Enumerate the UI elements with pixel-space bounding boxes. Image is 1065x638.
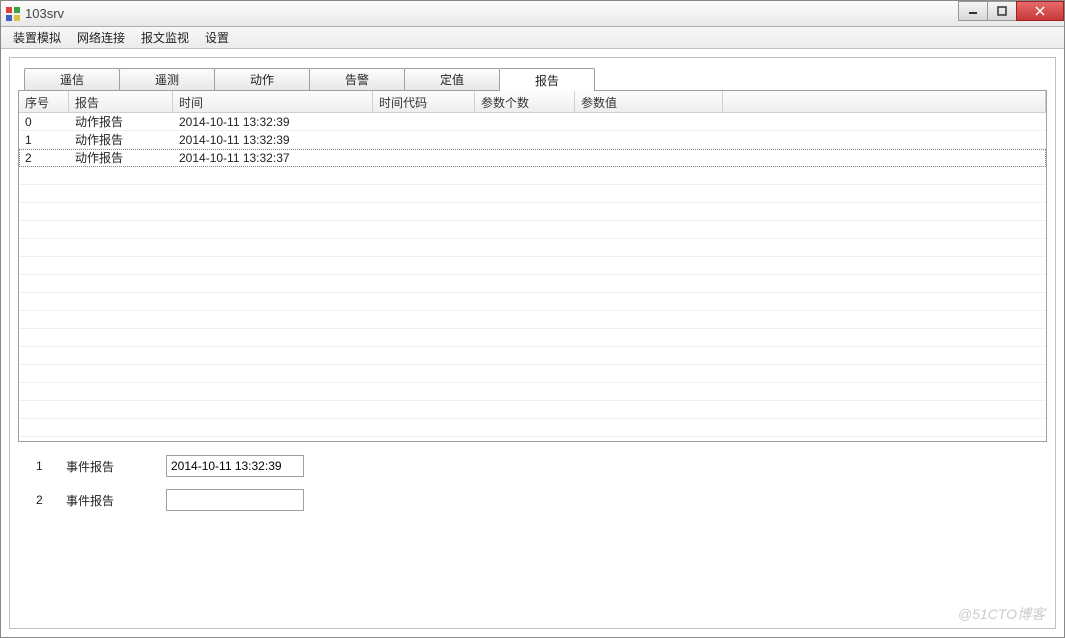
menu-item-settings[interactable]: 设置 [197, 27, 237, 48]
tab-yaoxin[interactable]: 遥信 [24, 68, 120, 90]
empty-row [19, 221, 1046, 239]
tab-gaojing[interactable]: 告警 [309, 68, 405, 90]
window-controls [959, 1, 1064, 21]
cell-timecode [373, 139, 475, 141]
tab-dongzuo[interactable]: 动作 [214, 68, 310, 90]
maximize-button[interactable] [987, 1, 1017, 21]
cell-seq: 0 [19, 114, 69, 130]
empty-row [19, 419, 1046, 437]
tab-yaoce[interactable]: 遥测 [119, 68, 215, 90]
cell-paramval [575, 139, 723, 141]
cell-paramcount [475, 157, 575, 159]
menu-item-device-sim[interactable]: 装置模拟 [5, 27, 69, 48]
close-button[interactable] [1016, 1, 1064, 21]
event-row: 1 事件报告 [36, 454, 1047, 478]
app-icon [5, 6, 21, 22]
watermark: @51CTO博客 [958, 604, 1045, 624]
th-time[interactable]: 时间 [173, 91, 373, 112]
table-row[interactable]: 2 动作报告 2014-10-11 13:32:37 [19, 149, 1046, 167]
empty-row [19, 329, 1046, 347]
tab-strip: 遥信 遥测 动作 告警 定值 报告 [24, 68, 1047, 90]
th-paramval[interactable]: 参数值 [575, 91, 723, 112]
cell-report: 动作报告 [69, 130, 173, 149]
table-row[interactable]: 1 动作报告 2014-10-11 13:32:39 [19, 131, 1046, 149]
cell-paramval [575, 157, 723, 159]
cell-seq: 1 [19, 132, 69, 148]
cell-report: 动作报告 [69, 148, 173, 167]
empty-row [19, 311, 1046, 329]
th-timecode[interactable]: 时间代码 [373, 91, 475, 112]
empty-row [19, 185, 1046, 203]
app-window: 103srv 装置模拟 网络连接 报文监视 设置 遥信 遥测 动作 [0, 0, 1065, 638]
cell-timecode [373, 121, 475, 123]
empty-row [19, 203, 1046, 221]
empty-row [19, 383, 1046, 401]
cell-extra [723, 157, 1046, 159]
empty-row [19, 365, 1046, 383]
inner-panel: 遥信 遥测 动作 告警 定值 报告 序号 报告 时间 时间代码 参数个数 参数值 [9, 57, 1056, 629]
event-time-input-2[interactable] [166, 489, 304, 511]
cell-timecode [373, 157, 475, 159]
cell-report: 动作报告 [69, 113, 173, 131]
th-paramcount[interactable]: 参数个数 [475, 91, 575, 112]
cell-time: 2014-10-11 13:32:39 [173, 114, 373, 130]
event-num: 1 [36, 459, 66, 473]
tab-dingzhi[interactable]: 定值 [404, 68, 500, 90]
empty-row [19, 275, 1046, 293]
cell-extra [723, 139, 1046, 141]
cell-seq: 2 [19, 150, 69, 166]
cell-paramcount [475, 121, 575, 123]
menu-item-monitor[interactable]: 报文监视 [133, 27, 197, 48]
empty-row [19, 401, 1046, 419]
cell-time: 2014-10-11 13:32:37 [173, 150, 373, 166]
cell-time: 2014-10-11 13:32:39 [173, 132, 373, 148]
event-label: 事件报告 [66, 492, 166, 509]
table-header: 序号 报告 时间 时间代码 参数个数 参数值 [19, 91, 1046, 113]
empty-row [19, 257, 1046, 275]
th-report[interactable]: 报告 [69, 91, 173, 112]
empty-row [19, 293, 1046, 311]
table-body[interactable]: 0 动作报告 2014-10-11 13:32:39 1 动作报告 2014-1… [19, 113, 1046, 441]
empty-row [19, 167, 1046, 185]
menubar: 装置模拟 网络连接 报文监视 设置 [1, 27, 1064, 49]
window-title: 103srv [25, 6, 64, 21]
event-section: 1 事件报告 2 事件报告 [18, 454, 1047, 522]
titlebar: 103srv [1, 1, 1064, 27]
cell-extra [723, 121, 1046, 123]
minimize-button[interactable] [958, 1, 988, 21]
tab-baogao[interactable]: 报告 [499, 68, 595, 91]
event-label: 事件报告 [66, 458, 166, 475]
menu-item-network[interactable]: 网络连接 [69, 27, 133, 48]
th-seq[interactable]: 序号 [19, 91, 69, 112]
event-time-input-1[interactable] [166, 455, 304, 477]
content-area: 遥信 遥测 动作 告警 定值 报告 序号 报告 时间 时间代码 参数个数 参数值 [1, 49, 1064, 637]
event-num: 2 [36, 493, 66, 507]
empty-row [19, 239, 1046, 257]
event-row: 2 事件报告 [36, 488, 1047, 512]
empty-row [19, 347, 1046, 365]
th-extra[interactable] [723, 91, 1046, 112]
cell-paramval [575, 121, 723, 123]
report-table: 序号 报告 时间 时间代码 参数个数 参数值 0 动作报告 2014-10-11… [18, 90, 1047, 442]
cell-paramcount [475, 139, 575, 141]
table-row[interactable]: 0 动作报告 2014-10-11 13:32:39 [19, 113, 1046, 131]
